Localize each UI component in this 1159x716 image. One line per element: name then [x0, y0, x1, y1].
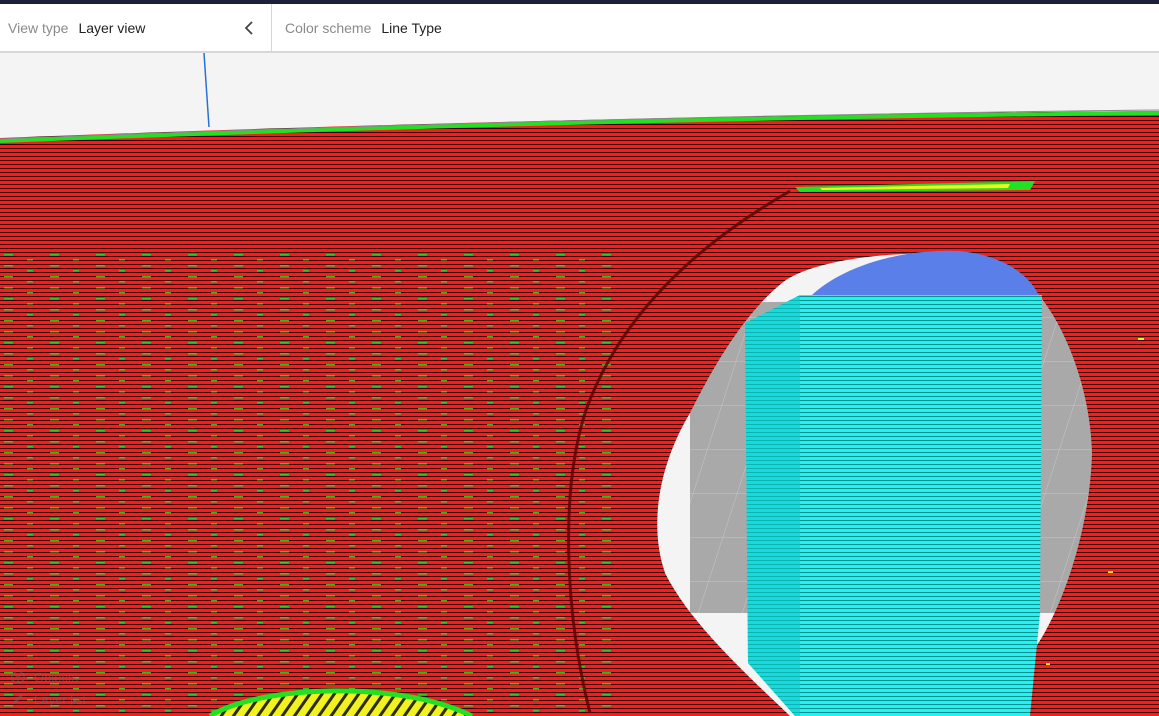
chevron-left-icon[interactable] — [241, 18, 259, 38]
scene-overlay-list: Objects Layer list — [10, 666, 86, 710]
layer-view-viewport[interactable]: Objects Layer list — [0, 53, 1159, 716]
cube-icon — [10, 669, 26, 685]
color-scheme-label: Color scheme — [285, 20, 372, 36]
view-type-selector[interactable]: View type Layer view — [0, 4, 272, 52]
objects-item[interactable]: Objects — [10, 666, 86, 688]
wall-speckle-overlay — [0, 253, 620, 716]
support-column-side — [745, 295, 800, 716]
color-scheme-selector[interactable]: Color scheme Line Type — [273, 4, 442, 52]
pencil-icon — [10, 691, 26, 707]
view-toolbar: View type Layer view Color scheme Line T… — [0, 4, 1159, 52]
color-scheme-value[interactable]: Line Type — [381, 20, 441, 36]
layers-item-label: Layer list — [34, 691, 87, 707]
view-type-label: View type — [8, 20, 69, 36]
view-type-value[interactable]: Layer view — [78, 20, 145, 36]
objects-item-label: Objects — [34, 669, 79, 685]
layers-item[interactable]: Layer list — [10, 688, 86, 710]
layer-view-render[interactable] — [0, 53, 1159, 716]
